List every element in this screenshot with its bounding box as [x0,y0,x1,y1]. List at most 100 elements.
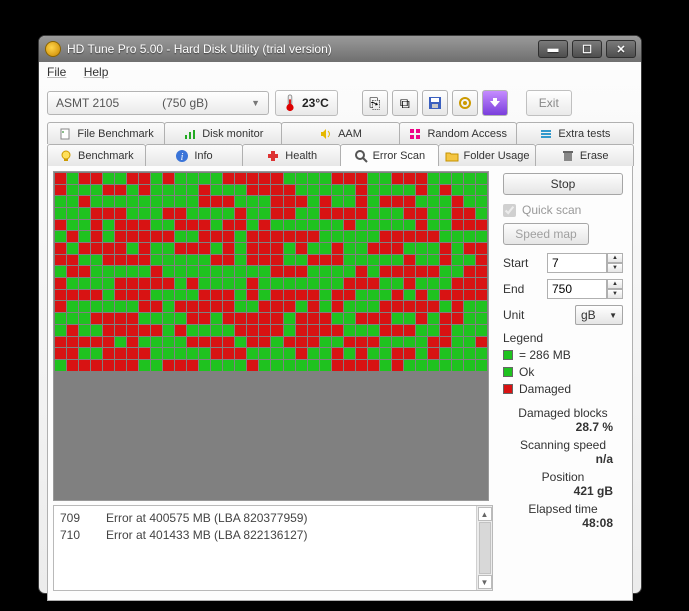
map-block [247,196,258,207]
end-spinner[interactable]: ▲▼ [607,279,623,299]
bulb-icon [59,149,73,163]
map-block [115,185,126,196]
map-block [91,313,102,324]
map-block [127,278,138,289]
tab-random-access[interactable]: Random Access [399,122,517,144]
magnify-icon [354,149,368,163]
quick-scan-checkbox[interactable]: Quick scan [503,203,623,217]
map-block [428,477,439,488]
map-block [175,442,186,453]
maximize-button[interactable]: ☐ [572,40,602,58]
map-block [284,383,295,394]
map-block [308,418,319,429]
log-scrollbar[interactable]: ▲ ▼ [476,506,492,590]
drive-select[interactable]: ASMT 2105 (750 gB) ▼ [47,91,269,115]
map-block [139,442,150,453]
map-block [271,325,282,336]
down-arrow-icon[interactable] [482,90,508,116]
map-block [476,313,487,324]
tab-info[interactable]: iInfo [145,144,244,166]
map-block [199,430,210,441]
exit-button[interactable]: Exit [526,90,572,116]
scroll-down-icon[interactable]: ▼ [478,575,492,589]
map-block [259,430,270,441]
map-block [211,313,222,324]
map-block [211,173,222,184]
map-block [452,313,463,324]
start-spinner[interactable]: ▲▼ [607,253,623,273]
map-block [296,395,307,406]
copy-multi-icon[interactable]: ⧉ [392,90,418,116]
map-block [404,477,415,488]
tab-benchmark[interactable]: Benchmark [47,144,146,166]
options-icon[interactable] [452,90,478,116]
tab-health[interactable]: Health [242,144,341,166]
map-block [296,301,307,312]
tab-extra-tests[interactable]: Extra tests [516,122,634,144]
map-block [380,360,391,371]
map-block [127,301,138,312]
unit-select[interactable]: gB ▼ [575,305,623,325]
map-block [296,255,307,266]
map-block [55,418,66,429]
map-block [223,325,234,336]
map-block [332,337,343,348]
map-block [79,266,90,277]
map-block [356,337,367,348]
tab-file-benchmark[interactable]: File Benchmark [47,122,165,144]
map-block [55,173,66,184]
map-block [392,231,403,242]
copy-icon[interactable]: ⎘ [362,90,388,116]
map-block [344,196,355,207]
titlebar[interactable]: HD Tune Pro 5.00 - Hard Disk Utility (tr… [39,36,641,62]
tab-aam[interactable]: AAM [281,122,399,144]
map-block [392,301,403,312]
minimize-button[interactable]: ▬ [538,40,568,58]
map-block [67,243,78,254]
map-block [79,418,90,429]
map-block [416,243,427,254]
map-block [428,290,439,301]
map-block [320,360,331,371]
map-block [151,395,162,406]
speed-map-button[interactable]: Speed map [503,223,589,245]
map-block [139,325,150,336]
start-input[interactable] [547,253,607,273]
menu-file[interactable]: File [47,65,66,79]
save-icon[interactable] [422,90,448,116]
map-block [271,430,282,441]
map-block [259,301,270,312]
map-block [211,453,222,464]
map-block [91,325,102,336]
menu-help[interactable]: Help [84,65,109,79]
map-block [308,488,319,499]
map-block [271,383,282,394]
map-block [416,395,427,406]
map-block [284,255,295,266]
map-block [163,231,174,242]
scroll-up-icon[interactable]: ▲ [478,507,492,521]
map-block [67,465,78,476]
quick-scan-input[interactable] [503,204,516,217]
map-block [356,278,367,289]
map-block [211,185,222,196]
map-block [187,360,198,371]
tab-folder-usage[interactable]: Folder Usage [438,144,537,166]
map-block [296,313,307,324]
map-block [332,185,343,196]
map-block [55,208,66,219]
map-block [476,337,487,348]
map-block [368,453,379,464]
end-input[interactable] [547,279,607,299]
close-button[interactable]: ✕ [606,40,636,58]
map-block [308,383,319,394]
map-block [223,383,234,394]
scroll-thumb[interactable] [479,522,491,574]
stop-button[interactable]: Stop [503,173,623,195]
tab-disk-monitor[interactable]: Disk monitor [164,122,282,144]
tab-error-scan[interactable]: Error Scan [340,144,439,166]
map-block [115,266,126,277]
map-block [392,372,403,383]
map-block [211,208,222,219]
tab-erase[interactable]: Erase [535,144,634,166]
